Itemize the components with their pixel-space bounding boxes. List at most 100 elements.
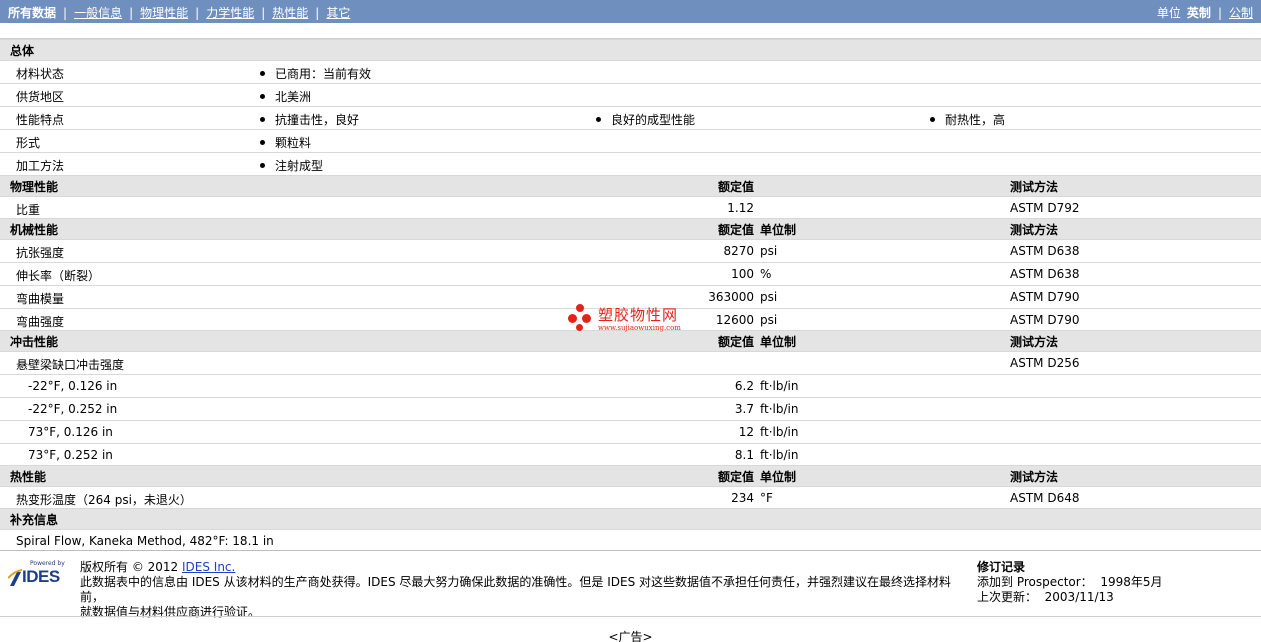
section-title: 冲击性能 xyxy=(10,335,59,349)
revision-updated-label: 上次更新： xyxy=(977,590,1038,604)
row-value: 8.1 xyxy=(734,448,754,462)
bullet-icon xyxy=(596,117,601,122)
row-value: 8270 xyxy=(723,244,754,258)
row-value: 北美洲 xyxy=(260,88,311,105)
row-method: ASTM D790 xyxy=(1010,290,1080,304)
table-row: 形式 颗粒料 xyxy=(0,129,1261,152)
section-title: 物理性能 xyxy=(10,180,59,194)
bullet-icon xyxy=(260,163,265,168)
col-method-header: 测试方法 xyxy=(1010,180,1059,194)
row-method: ASTM D790 xyxy=(1010,313,1080,327)
table-row: 热变形温度（264 psi，未退火） 234 °F ASTM D648 xyxy=(0,486,1261,509)
col-method-header: 测试方法 xyxy=(1010,335,1059,349)
row-label: -22°F, 0.126 in xyxy=(28,379,118,393)
table-row: 伸长率（断裂） 100 % ASTM D638 xyxy=(0,262,1261,285)
ides-link[interactable]: IDES Inc. xyxy=(182,560,235,574)
row-label: 比重 xyxy=(16,203,41,217)
section-thermal-header: 热性能 额定值 单位制 测试方法 xyxy=(0,465,1261,486)
row-label: -22°F, 0.252 in xyxy=(28,402,118,416)
tab-separator: | xyxy=(261,5,266,20)
tab-all-data[interactable]: 所有数据 xyxy=(8,4,56,21)
bullet-icon xyxy=(260,94,265,99)
revision-added-value: 1998年5月 xyxy=(1100,575,1163,589)
ad-label: <广告> xyxy=(608,630,653,642)
table-row: 抗张强度 8270 psi ASTM D638 xyxy=(0,239,1261,262)
row-value: 363000 xyxy=(708,290,754,304)
tab-physical[interactable]: 物理性能 xyxy=(140,4,188,21)
col-unit-header: 单位制 xyxy=(760,223,797,237)
row-value: 234 xyxy=(731,491,754,505)
section-title: 补充信息 xyxy=(10,513,59,527)
row-value: 抗撞击性，良好 xyxy=(260,111,359,128)
ides-swoosh-icon xyxy=(8,569,22,586)
watermark-dot xyxy=(582,314,591,323)
divider xyxy=(0,616,1261,617)
row-label: 73°F, 0.126 in xyxy=(28,425,113,439)
table-row: 73°F, 0.126 in 12 ft·lb/in xyxy=(0,420,1261,443)
row-method: ASTM D648 xyxy=(1010,491,1080,505)
units-current-imperial: 英制 xyxy=(1186,6,1211,20)
row-label: 性能特点 xyxy=(16,113,65,127)
table-row: -22°F, 0.126 in 6.2 ft·lb/in xyxy=(0,374,1261,397)
section-title: 热性能 xyxy=(10,470,47,484)
disclaimer-line-2: 就数据值与材料供应商进行验证。 xyxy=(80,605,261,619)
row-method: ASTM D638 xyxy=(1010,267,1080,281)
row-value: 12 xyxy=(738,425,754,439)
row-method: ASTM D792 xyxy=(1010,201,1080,215)
row-method: ASTM D638 xyxy=(1010,244,1080,258)
col-method-header: 测试方法 xyxy=(1010,470,1059,484)
revision-updated-value: 2003/11/13 xyxy=(1044,590,1114,604)
col-value-header: 额定值 xyxy=(717,223,754,237)
unit-switcher: 单位 英制 | 公制 xyxy=(1157,4,1253,21)
table-row: 性能特点 抗撞击性，良好 良好的成型性能 耐热性，高 xyxy=(0,106,1261,129)
col-value-header: 额定值 xyxy=(717,180,754,194)
table-row: -22°F, 0.252 in 3.7 ft·lb/in xyxy=(0,397,1261,420)
watermark-dot xyxy=(576,304,584,312)
section-supplement-header: 补充信息 xyxy=(0,508,1261,529)
table-row: 材料状态 已商用：当前有效 xyxy=(0,60,1261,83)
table-row: Spiral Flow, Kaneka Method, 482°F: 18.1 … xyxy=(0,529,1261,552)
ides-logo[interactable]: Powered by IDES xyxy=(8,560,70,590)
row-value: 良好的成型性能 xyxy=(596,111,695,128)
bullet-icon xyxy=(260,140,265,145)
watermark-title: 塑胶物性网 xyxy=(598,306,679,324)
row-label: 悬壁梁缺口冲击强度 xyxy=(16,358,125,372)
row-method: ASTM D256 xyxy=(1010,356,1080,370)
revision-added-label: 添加到 Prospector： xyxy=(977,575,1093,589)
tab-thermal[interactable]: 热性能 xyxy=(272,4,308,21)
bullet-icon xyxy=(260,117,265,122)
tab-other[interactable]: 其它 xyxy=(326,4,350,21)
row-value: 12600 xyxy=(715,313,754,327)
col-unit-header: 单位制 xyxy=(760,470,797,484)
table-row: 供货地区 北美洲 xyxy=(0,83,1261,106)
row-unit: °F xyxy=(760,491,773,505)
tab-mechanical[interactable]: 力学性能 xyxy=(206,4,254,21)
section-general-header: 总体 xyxy=(0,39,1261,60)
supplement-text: Spiral Flow, Kaneka Method, 482°F: 18.1 … xyxy=(16,534,274,548)
row-unit: psi xyxy=(760,244,778,258)
row-label: 弯曲强度 xyxy=(16,315,65,329)
footer: Powered by IDES 版权所有 © 2012 IDES Inc. 此数… xyxy=(0,550,1261,619)
row-value: 注射成型 xyxy=(260,157,323,174)
tab-general-info[interactable]: 一般信息 xyxy=(74,4,122,21)
col-value-header: 额定值 xyxy=(717,470,754,484)
row-label: 形式 xyxy=(16,136,41,150)
row-unit: ft·lb/in xyxy=(760,379,799,393)
tab-separator: | xyxy=(129,5,134,20)
watermark-url: www.sujiaowuxing.com xyxy=(598,324,681,332)
row-label: 伸长率（断裂） xyxy=(16,269,101,283)
tab-separator: | xyxy=(195,5,200,20)
bullet-icon xyxy=(260,71,265,76)
copyright-text: 版权所有 © 2012 xyxy=(80,560,182,574)
row-value: 3.7 xyxy=(734,402,754,416)
row-unit: ft·lb/in xyxy=(760,402,799,416)
section-title: 总体 xyxy=(10,44,35,58)
row-unit: ft·lb/in xyxy=(760,425,799,439)
row-label: 热变形温度（264 psi，未退火） xyxy=(16,493,192,507)
units-metric-link[interactable]: 公制 xyxy=(1229,4,1253,21)
units-label: 单位 xyxy=(1156,6,1181,20)
section-title: 机械性能 xyxy=(10,223,59,237)
watermark-dot xyxy=(576,324,583,331)
row-label: 供货地区 xyxy=(16,90,65,104)
col-value-header: 额定值 xyxy=(717,335,754,349)
